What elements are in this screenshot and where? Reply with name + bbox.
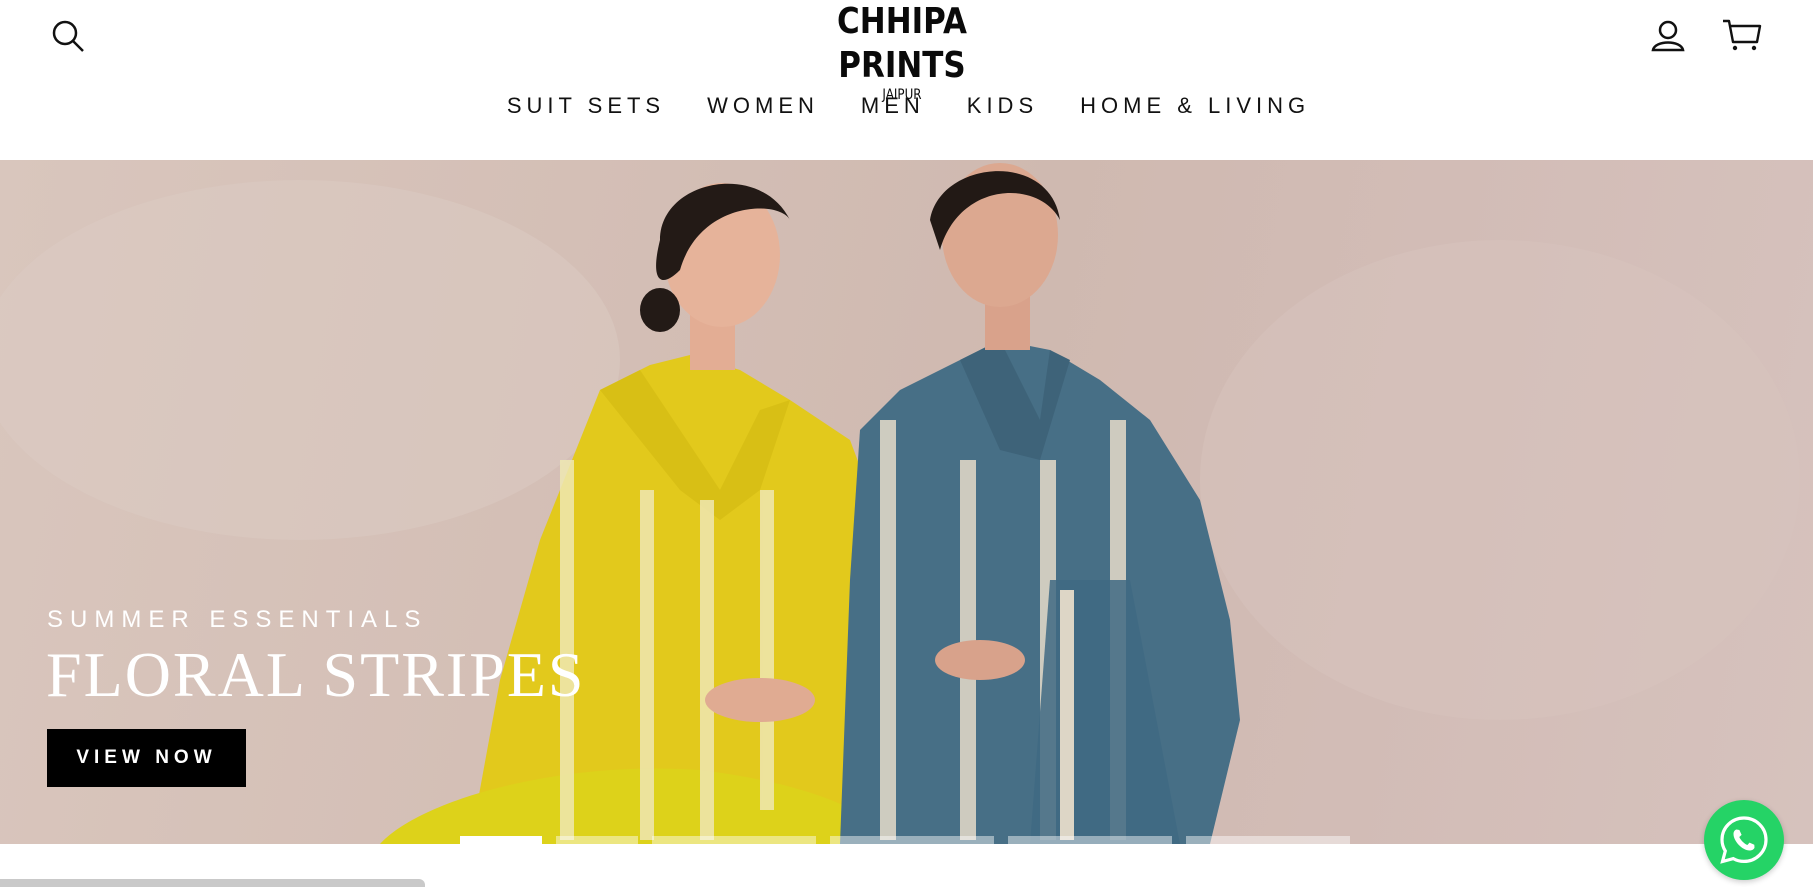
view-now-button[interactable]: VIEW NOW <box>47 729 246 787</box>
brand-name: CHHIPA PRINTS <box>837 1 967 86</box>
hero-banner[interactable]: SUMMER ESSENTIALS FLORAL STRIPES VIEW NO… <box>0 160 1813 844</box>
slide-dot[interactable] <box>460 836 542 844</box>
whatsapp-chat-button[interactable] <box>1704 800 1784 880</box>
hero-image <box>0 163 1800 844</box>
slide-dot[interactable] <box>652 836 816 844</box>
main-navigation: SUIT SETS WOMEN MEN KIDS HOME & LIVING <box>0 86 1817 126</box>
site-header: CHHIPA PRINTS JAIPUR SUIT SETS WOMEN MEN… <box>0 0 1817 160</box>
slide-dot[interactable] <box>1186 836 1350 844</box>
nav-item-men[interactable]: MEN <box>840 86 946 126</box>
whatsapp-icon <box>1720 816 1768 864</box>
bottom-scroll-indicator <box>0 879 425 887</box>
cart-button[interactable] <box>1716 12 1768 58</box>
hero-kicker: SUMMER ESSENTIALS <box>47 606 428 633</box>
nav-item-suit-sets[interactable]: SUIT SETS <box>486 86 686 126</box>
search-icon <box>52 20 84 52</box>
hero-title: FLORAL STRIPES <box>46 639 586 710</box>
slide-dot[interactable] <box>556 836 638 844</box>
nav-item-home-living[interactable]: HOME & LIVING <box>1059 86 1331 126</box>
nav-item-women[interactable]: WOMEN <box>686 86 840 126</box>
account-button[interactable] <box>1644 14 1692 58</box>
cart-icon <box>1723 19 1762 51</box>
user-icon <box>1651 20 1685 52</box>
nav-item-kids[interactable]: KIDS <box>946 86 1059 126</box>
search-button[interactable] <box>44 14 92 58</box>
slide-dot[interactable] <box>830 836 994 844</box>
slide-dot[interactable] <box>1008 836 1172 844</box>
slideshow-pagination <box>460 836 1350 844</box>
